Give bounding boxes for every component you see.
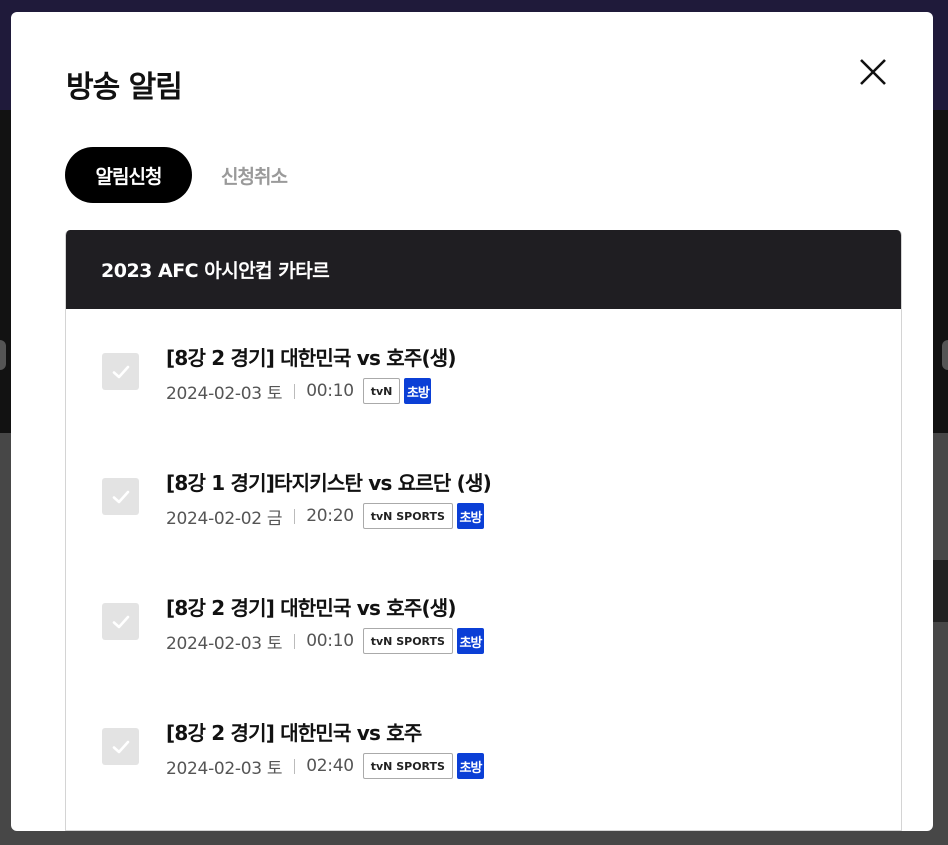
close-icon [860, 59, 886, 85]
meta-divider [294, 508, 296, 524]
program-meta: 2024-02-03 토 00:10 tvN 초방 [166, 377, 432, 405]
program-title: [8강 2 경기] 대한민국 vs 호주 [166, 721, 422, 745]
close-button[interactable] [853, 52, 893, 92]
program-item: [8강 2 경기] 대한민국 vs 호주(생) 2024-02-03 토 00:… [66, 309, 901, 434]
panel-header: 2023 AFC 아시안컵 카타르 [66, 230, 901, 309]
program-time: 00:10 [306, 631, 354, 651]
channel-badge: tvN SPORTS [362, 753, 453, 779]
premiere-badge: 초방 [456, 503, 484, 529]
checkmark-icon [112, 365, 129, 378]
program-time: 02:40 [306, 756, 354, 776]
checkmark-icon [112, 740, 129, 753]
meta-divider [294, 758, 296, 774]
program-date: 2024-02-02 금 [166, 508, 283, 529]
program-time: 20:20 [306, 506, 354, 526]
program-meta: 2024-02-03 토 02:40 tvN SPORTS 초방 [166, 752, 484, 780]
meta-divider [294, 633, 296, 649]
program-title: [8강 2 경기] 대한민국 vs 호주(생) [166, 346, 457, 370]
meta-divider [294, 383, 296, 399]
premiere-badge: 초방 [456, 753, 484, 779]
broadcast-alert-modal: 방송 알림 알림신청 신청취소 2023 AFC 아시안컵 카타르 [8강 2 … [11, 12, 933, 831]
program-checkbox[interactable] [102, 478, 139, 515]
program-meta: 2024-02-02 금 20:20 tvN SPORTS 초방 [166, 502, 484, 530]
program-panel: 2023 AFC 아시안컵 카타르 [8강 2 경기] 대한민국 vs 호주(생… [65, 230, 902, 831]
checkmark-icon [112, 490, 129, 503]
background-strip [933, 560, 948, 622]
program-item: [8강 2 경기] 대한민국 vs 호주 2024-02-03 토 02:40 … [66, 684, 901, 809]
program-title: [8강 2 경기] 대한민국 vs 호주(생) [166, 596, 457, 620]
program-item: [8강 1 경기]타지키스탄 vs 요르단 (생) 2024-02-02 금 2… [66, 434, 901, 559]
channel-badge: tvN SPORTS [362, 628, 453, 654]
program-item: [8강 2 경기] 대한민국 vs 호주(생) 2024-02-03 토 00:… [66, 559, 901, 684]
program-meta: 2024-02-03 토 00:10 tvN SPORTS 초방 [166, 627, 484, 655]
background-next-arrow [942, 340, 948, 370]
program-time: 00:10 [306, 381, 354, 401]
background-prev-arrow [0, 340, 6, 370]
checkmark-icon [112, 615, 129, 628]
modal-title: 방송 알림 [66, 70, 183, 105]
program-checkbox[interactable] [102, 728, 139, 765]
tab-subscribe[interactable]: 알림신청 [65, 147, 192, 203]
program-date: 2024-02-03 토 [166, 758, 283, 779]
program-checkbox[interactable] [102, 603, 139, 640]
channel-badge: tvN [362, 378, 401, 404]
premiere-badge: 초방 [404, 378, 432, 404]
program-date: 2024-02-03 토 [166, 633, 283, 654]
program-date: 2024-02-03 토 [166, 383, 283, 404]
program-title: [8강 1 경기]타지키스탄 vs 요르단 (생) [166, 471, 492, 495]
program-list: [8강 2 경기] 대한민국 vs 호주(생) 2024-02-03 토 00:… [66, 309, 901, 809]
channel-badge: tvN SPORTS [362, 503, 453, 529]
tab-cancel[interactable]: 신청취소 [209, 147, 299, 203]
program-checkbox[interactable] [102, 353, 139, 390]
premiere-badge: 초방 [456, 628, 484, 654]
